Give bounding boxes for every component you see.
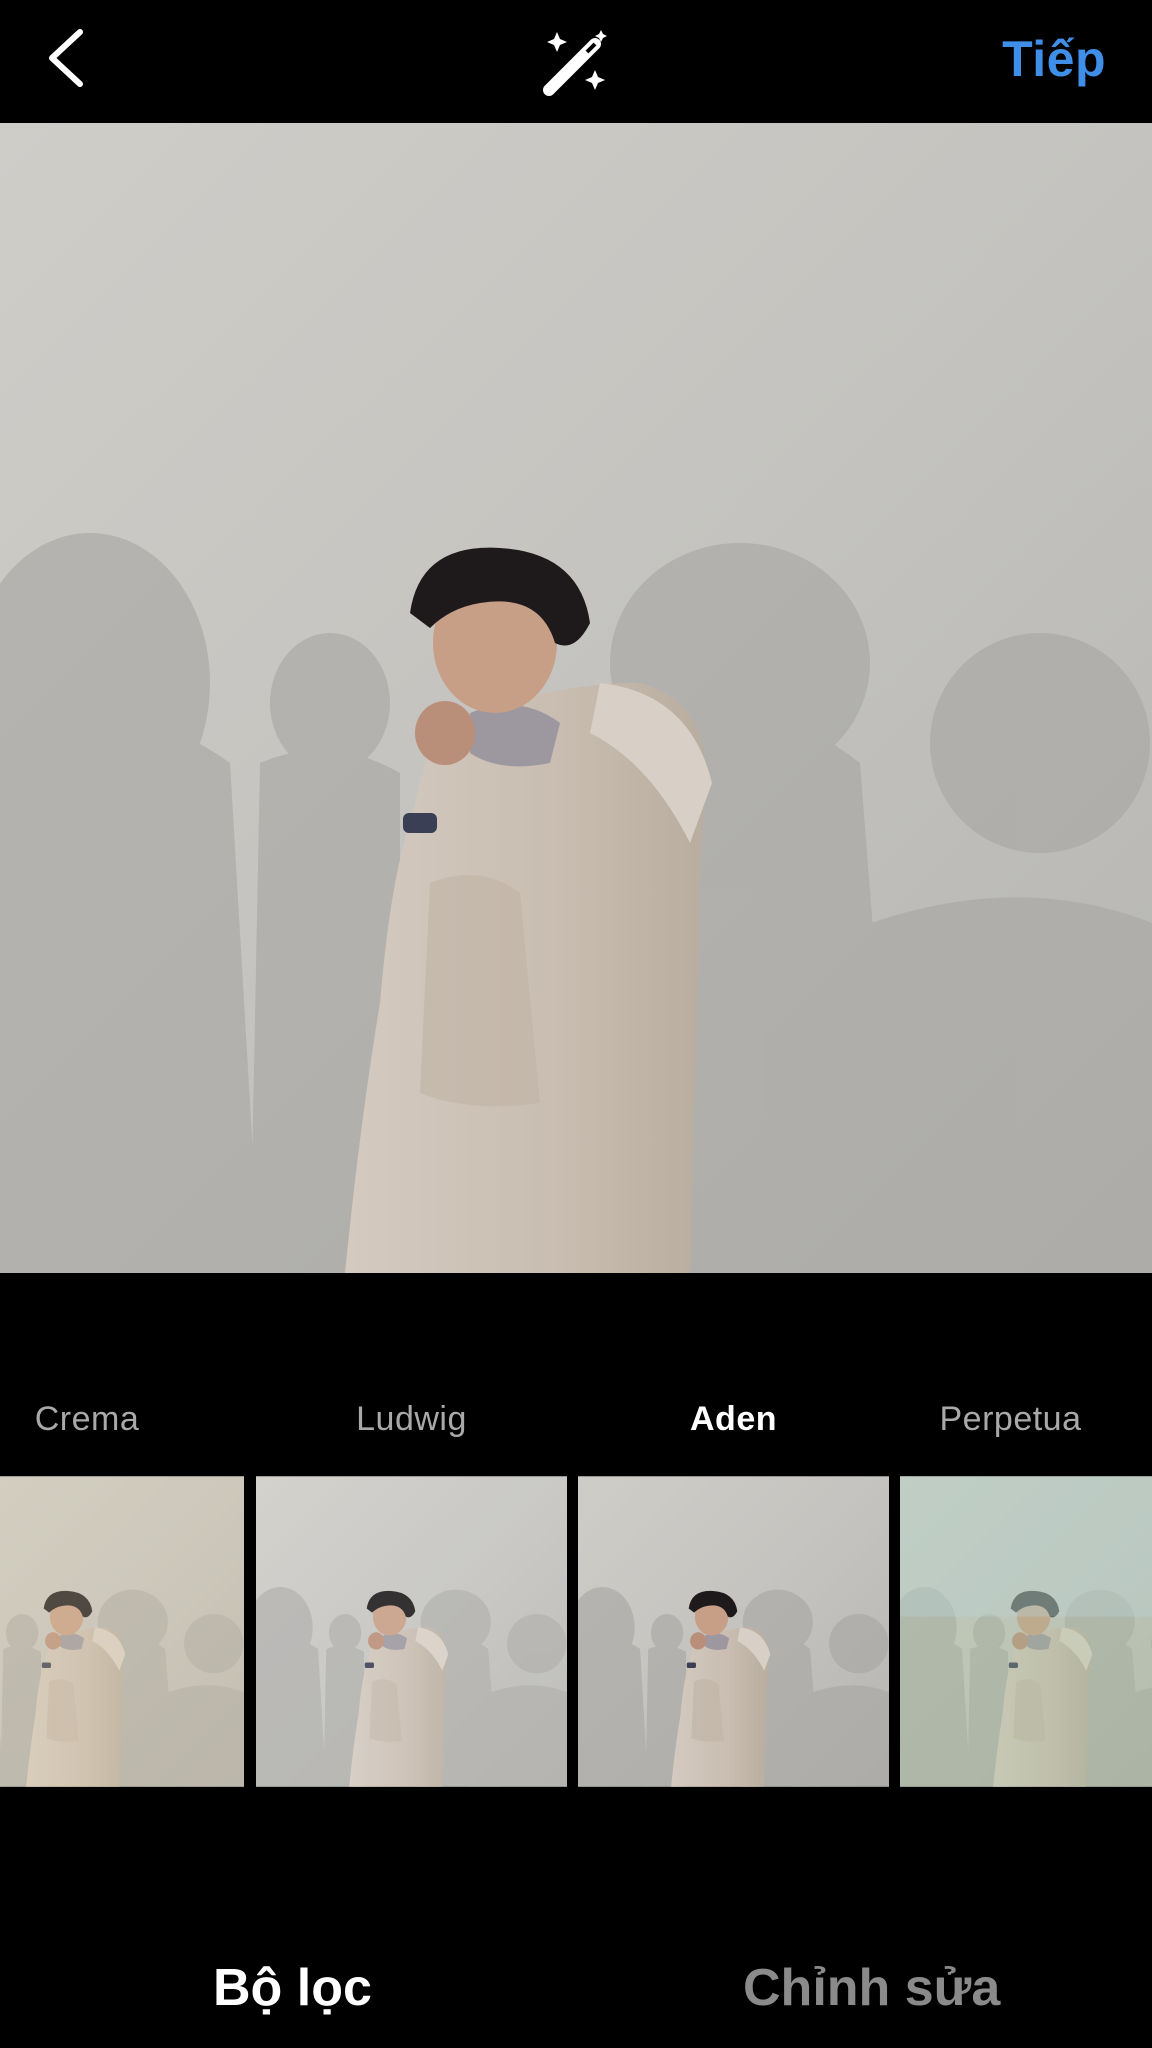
filter-thumbnail	[0, 1476, 244, 1787]
magic-wand-button[interactable]	[535, 22, 617, 104]
filter-strip: Crema Ludwig Aden Perpetua	[0, 1400, 1152, 1790]
filter-label: Ludwig	[356, 1400, 467, 1438]
top-bar: Tiếp	[0, 0, 1152, 123]
filter-label: Aden	[690, 1400, 777, 1438]
bottom-tabs: Bộ lọc Chỉnh sửa	[0, 1900, 1152, 2048]
photo-preview	[0, 123, 1152, 1273]
back-button[interactable]	[40, 22, 120, 102]
filter-label: Crema	[34, 1400, 140, 1438]
chevron-left-icon	[49, 29, 83, 87]
tab-edit[interactable]: Chỉnh sửa	[743, 1958, 1000, 2018]
filter-thumbnail	[256, 1476, 567, 1787]
tab-filter[interactable]: Bộ lọc	[213, 1958, 372, 2018]
filter-label: Perpetua	[939, 1400, 1082, 1438]
magic-wand-icon	[543, 30, 607, 96]
next-button[interactable]: Tiếp	[1002, 30, 1106, 88]
filter-thumbnail	[900, 1476, 1152, 1787]
filter-thumbnail	[578, 1476, 889, 1787]
